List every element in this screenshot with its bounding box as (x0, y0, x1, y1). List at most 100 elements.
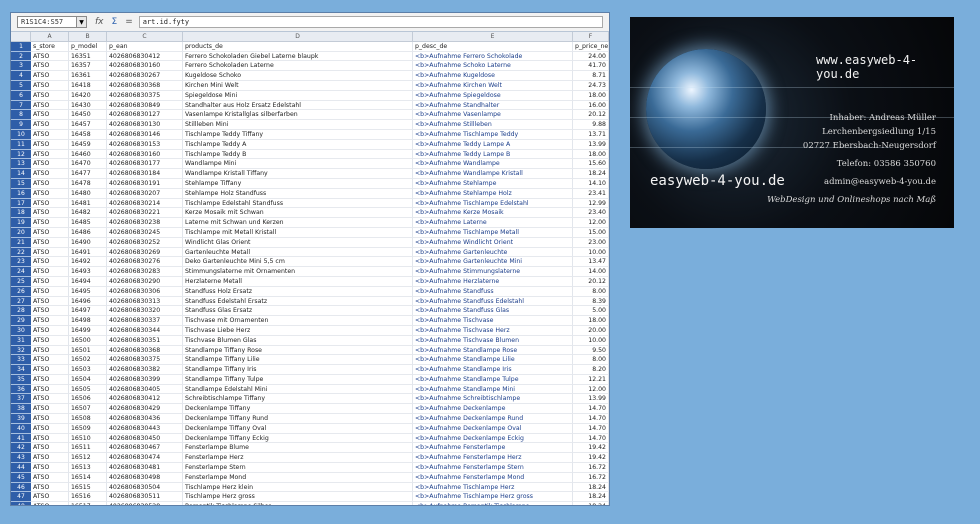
row-header[interactable]: 45 (11, 472, 31, 483)
table-cell[interactable]: 12.21 (573, 374, 609, 385)
table-cell[interactable]: 4026806830221 (107, 208, 183, 219)
table-cell[interactable]: 16.72 (573, 463, 609, 473)
table-cell[interactable]: ATSO (31, 237, 69, 248)
table-cell[interactable]: Wandlampe Mini (183, 159, 413, 170)
table-cell[interactable]: ATSO (31, 355, 69, 366)
table-cell[interactable]: <b>Aufnahme Fensterlampe Mond (413, 472, 573, 483)
table-cell[interactable]: 4026806830450 (107, 433, 183, 444)
row-header[interactable]: 26 (11, 286, 31, 297)
table-cell[interactable]: ATSO (31, 296, 69, 307)
table-cell[interactable]: Tischlampe Teddy A (183, 139, 413, 150)
table-cell[interactable]: <b>Aufnahme Tischlampe Herz gross (413, 492, 573, 503)
table-cell[interactable]: <b>Aufnahme Tischlampe Metall (413, 227, 573, 238)
table-cell[interactable]: 16460 (69, 149, 107, 160)
row-header[interactable]: 15 (11, 178, 31, 189)
table-cell[interactable]: Stillleben Mini (183, 120, 413, 130)
row-header[interactable]: 46 (11, 482, 31, 493)
table-cell[interactable]: 4026806830351 (107, 335, 183, 346)
table-cell[interactable]: <b>Aufnahme Kugeldose (413, 71, 573, 81)
table-cell[interactable]: ATSO (31, 257, 69, 268)
table-cell[interactable]: 4026806830283 (107, 267, 183, 277)
table-cell[interactable]: ATSO (31, 414, 69, 424)
table-cell[interactable]: Gartenleuchte Metall (183, 247, 413, 258)
table-cell[interactable]: Tischvase Blumen Glas (183, 335, 413, 346)
table-cell[interactable]: Standlampe Tiffany Lilie (183, 355, 413, 366)
table-cell[interactable]: 16499 (69, 325, 107, 336)
table-cell[interactable]: ATSO (31, 286, 69, 297)
table-cell[interactable]: 4026806830267 (107, 71, 183, 81)
table-cell[interactable]: <b>Aufnahme Tischlampe Teddy (413, 129, 573, 140)
table-cell[interactable]: Deckenlampe Tiffany Eckig (183, 433, 413, 444)
table-cell[interactable]: ATSO (31, 423, 69, 434)
table-cell[interactable]: 4026806830375 (107, 90, 183, 101)
table-cell[interactable]: 16357 (69, 61, 107, 72)
table-cell[interactable]: Vasenlampe Kristallglas silberfarben (183, 110, 413, 121)
table-cell[interactable]: 20.12 (573, 110, 609, 121)
row-header[interactable]: 44 (11, 463, 31, 473)
table-cell[interactable]: 16500 (69, 335, 107, 346)
table-cell[interactable]: <b>Aufnahme Kerze Mosaik (413, 208, 573, 219)
row-header[interactable]: 25 (11, 276, 31, 287)
table-cell[interactable]: 12.00 (573, 384, 609, 395)
row-header[interactable]: 18 (11, 208, 31, 219)
table-cell[interactable]: ATSO (31, 159, 69, 170)
column-header[interactable]: C (107, 32, 183, 42)
table-cell[interactable]: 16509 (69, 423, 107, 434)
table-cell[interactable]: ATSO (31, 178, 69, 189)
table-cell[interactable]: 4026806830504 (107, 482, 183, 493)
table-cell[interactable]: ATSO (31, 472, 69, 483)
name-box[interactable]: R1S1C4:S57 (17, 16, 77, 28)
table-cell[interactable]: 4026806830130 (107, 120, 183, 130)
table-cell[interactable]: 8.00 (573, 286, 609, 297)
table-cell[interactable]: <b>Aufnahme Stehlampe Holz (413, 188, 573, 199)
row-header[interactable]: 30 (11, 325, 31, 336)
table-cell[interactable]: 16503 (69, 365, 107, 375)
row-header[interactable]: 28 (11, 306, 31, 317)
table-cell[interactable]: <b>Aufnahme Teddy Lampe A (413, 139, 573, 150)
row-header[interactable]: 2 (11, 51, 31, 62)
table-cell[interactable]: 4026806830467 (107, 443, 183, 454)
row-header[interactable]: 7 (11, 100, 31, 111)
table-cell[interactable]: <b>Aufnahme Windlicht Orient (413, 237, 573, 248)
row-header[interactable]: 40 (11, 423, 31, 434)
table-cell[interactable]: 16486 (69, 227, 107, 238)
table-cell[interactable]: 4026806830498 (107, 472, 183, 483)
table-cell[interactable]: ATSO (31, 120, 69, 130)
table-cell[interactable]: 5.00 (573, 306, 609, 317)
table-cell[interactable]: 13.71 (573, 129, 609, 140)
table-cell[interactable]: 16482 (69, 208, 107, 219)
table-cell[interactable]: 4026806830191 (107, 178, 183, 189)
table-cell[interactable]: 16510 (69, 433, 107, 444)
table-cell[interactable]: Standlampe Edelstahl Mini (183, 384, 413, 395)
table-cell[interactable]: 24.73 (573, 80, 609, 91)
table-cell[interactable]: 16517 (69, 502, 107, 505)
table-cell[interactable]: <b>Aufnahme Gartenleuchte (413, 247, 573, 258)
table-cell[interactable]: Kirchen Mini Welt (183, 80, 413, 91)
table-cell[interactable]: 4026806830153 (107, 139, 183, 150)
table-cell[interactable]: Standhalter aus Holz Ersatz Edelstahl (183, 100, 413, 111)
row-header[interactable]: 1 (11, 41, 31, 52)
row-header[interactable]: 23 (11, 257, 31, 268)
table-cell[interactable]: ATSO (31, 335, 69, 346)
row-header[interactable]: 37 (11, 394, 31, 405)
table-cell[interactable]: 4026806830245 (107, 227, 183, 238)
row-header[interactable]: 41 (11, 433, 31, 444)
table-cell[interactable]: 16504 (69, 374, 107, 385)
table-cell[interactable]: 14.70 (573, 414, 609, 424)
table-cell[interactable]: 20.00 (573, 325, 609, 336)
row-header[interactable]: 17 (11, 198, 31, 209)
row-header[interactable]: 8 (11, 110, 31, 121)
table-cell[interactable]: 4026806830184 (107, 169, 183, 179)
table-cell[interactable]: 4026806830337 (107, 316, 183, 326)
table-cell[interactable]: 16495 (69, 286, 107, 297)
table-cell[interactable]: products_de (183, 41, 413, 52)
table-cell[interactable]: 4026806830429 (107, 404, 183, 415)
table-cell[interactable]: ATSO (31, 110, 69, 121)
table-cell[interactable]: <b>Aufnahme Stimmungslaterne (413, 267, 573, 277)
table-cell[interactable]: 4026806830405 (107, 384, 183, 395)
table-cell[interactable]: 4026806830127 (107, 110, 183, 121)
table-cell[interactable]: Kerze Mosaik mit Schwan (183, 208, 413, 219)
table-cell[interactable]: 18.24 (573, 482, 609, 493)
row-header[interactable]: 36 (11, 384, 31, 395)
sum-icon[interactable]: Σ (112, 17, 118, 27)
